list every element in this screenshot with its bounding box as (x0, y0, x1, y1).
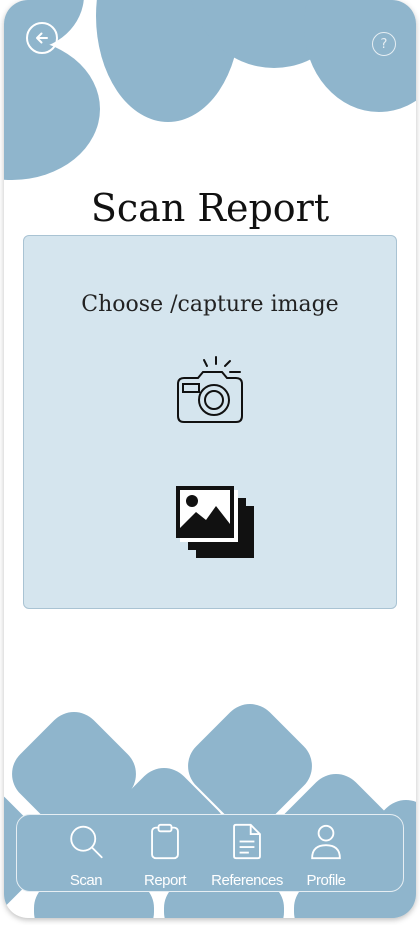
clipboard-icon (151, 823, 179, 860)
capture-image-button[interactable] (174, 356, 246, 428)
page-title: Scan Report (90, 186, 330, 230)
bottom-nav: Scan Report References Profile (16, 814, 404, 892)
nav-label: Report (143, 872, 187, 889)
help-button[interactable]: ? (372, 32, 396, 56)
nav-item-scan[interactable]: Scan (51, 823, 121, 889)
search-icon (70, 825, 103, 859)
top-decor-circle (4, 38, 100, 180)
document-icon (233, 823, 261, 860)
camera-icon (177, 356, 243, 423)
upload-card-label: Choose /capture image (81, 292, 339, 317)
nav-item-profile[interactable]: Profile (291, 823, 361, 889)
nav-item-report[interactable]: Report (130, 823, 200, 889)
nav-label: References (211, 872, 283, 889)
user-icon (311, 824, 341, 860)
nav-label: Scan (69, 872, 103, 889)
arrow-left-icon (36, 32, 48, 44)
choose-image-button[interactable] (174, 484, 256, 564)
top-decor-circle (304, 0, 416, 112)
nav-item-references[interactable]: References (211, 823, 283, 889)
gallery-icon (176, 486, 254, 558)
upload-card: Choose /capture image (23, 235, 397, 609)
nav-label: Profile (306, 872, 346, 889)
back-button[interactable] (26, 22, 58, 54)
app-screen: ? Scan Report Choose /capture image Scan… (4, 0, 416, 918)
help-icon: ? (380, 36, 388, 52)
